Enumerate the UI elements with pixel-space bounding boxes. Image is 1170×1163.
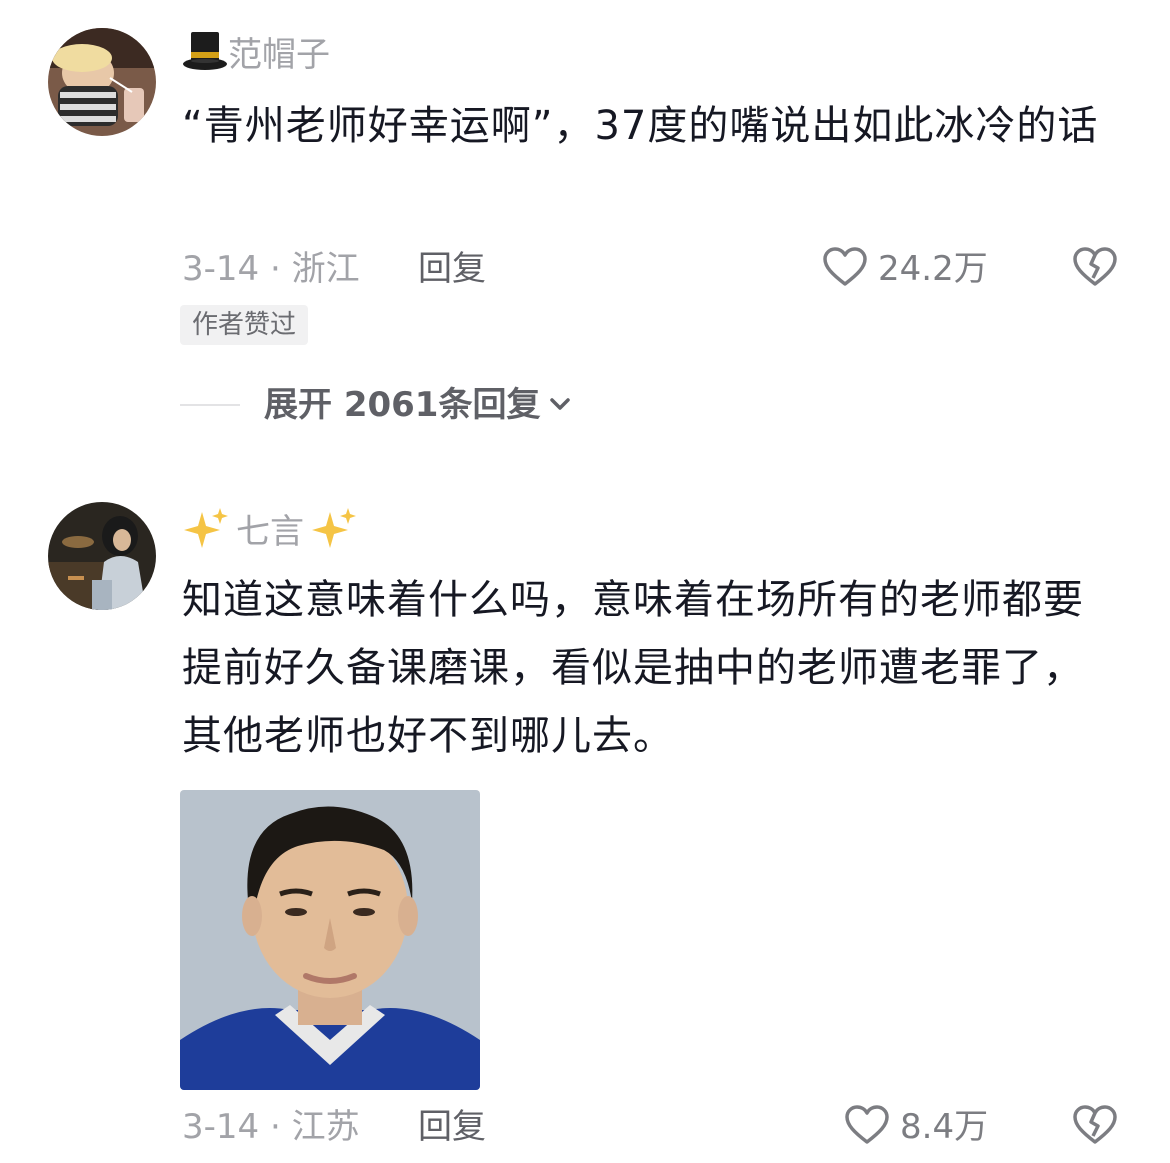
expand-replies[interactable]: 展开 2061条回复 bbox=[180, 380, 780, 430]
avatar[interactable] bbox=[48, 28, 156, 136]
like-button[interactable]: 24.2万 bbox=[822, 244, 988, 294]
username[interactable]: 七言 bbox=[182, 506, 358, 561]
comment-meta: 3-14 · 浙江 回复 24.2万 bbox=[182, 244, 1132, 294]
date-location: 3-14 · 江苏 bbox=[182, 1107, 360, 1147]
heart-icon bbox=[822, 246, 868, 292]
sparkles-icon bbox=[182, 506, 230, 561]
author-liked-tag: 作者赞过 bbox=[180, 305, 309, 345]
expand-replies-button[interactable]: 展开 2061条回复 bbox=[264, 380, 574, 432]
username-text: 七言 bbox=[236, 512, 304, 552]
reply-button[interactable]: 回复 bbox=[418, 244, 486, 294]
comment-image[interactable] bbox=[180, 790, 480, 1090]
divider bbox=[180, 404, 240, 406]
date-location: 3-14 · 浙江 bbox=[182, 249, 360, 289]
comment-item: 范帽子 “青州老师好幸运啊”，37度的嘴说出如此冰冷的话 3-14 · 浙江 回… bbox=[0, 0, 1170, 450]
comment-text: 知道这意味着什么吗，意味着在场所有的老师都要提前好久备课磨课，看似是抽中的老师遭… bbox=[182, 577, 1084, 759]
avatar[interactable] bbox=[48, 502, 156, 610]
like-button[interactable]: 8.4万 bbox=[844, 1102, 988, 1152]
reply-button[interactable]: 回复 bbox=[418, 1102, 486, 1152]
comment-meta: 3-14 · 江苏 回复 8.4万 bbox=[182, 1102, 1132, 1152]
chevron-down-icon bbox=[546, 382, 574, 432]
sparkles-icon bbox=[310, 506, 358, 561]
top-hat-icon bbox=[182, 30, 228, 83]
like-count: 24.2万 bbox=[878, 249, 988, 289]
comment-text: “青州老师好幸运啊”，37度的嘴说出如此冰冷的话 bbox=[182, 103, 1099, 149]
portrait-photo bbox=[180, 790, 480, 1090]
expand-replies-label: 展开 2061条回复 bbox=[264, 385, 541, 425]
comment-item: 七言 知道这意味着什么吗，意味着在场所有的老师都要提前好久备课磨课，看似是抽中的… bbox=[0, 480, 1170, 1163]
broken-heart-icon[interactable] bbox=[1072, 246, 1118, 292]
heart-icon bbox=[844, 1104, 890, 1150]
username-text: 范帽子 bbox=[228, 35, 330, 75]
like-count: 8.4万 bbox=[900, 1107, 989, 1147]
username[interactable]: 范帽子 bbox=[182, 30, 330, 83]
broken-heart-icon[interactable] bbox=[1072, 1104, 1118, 1150]
